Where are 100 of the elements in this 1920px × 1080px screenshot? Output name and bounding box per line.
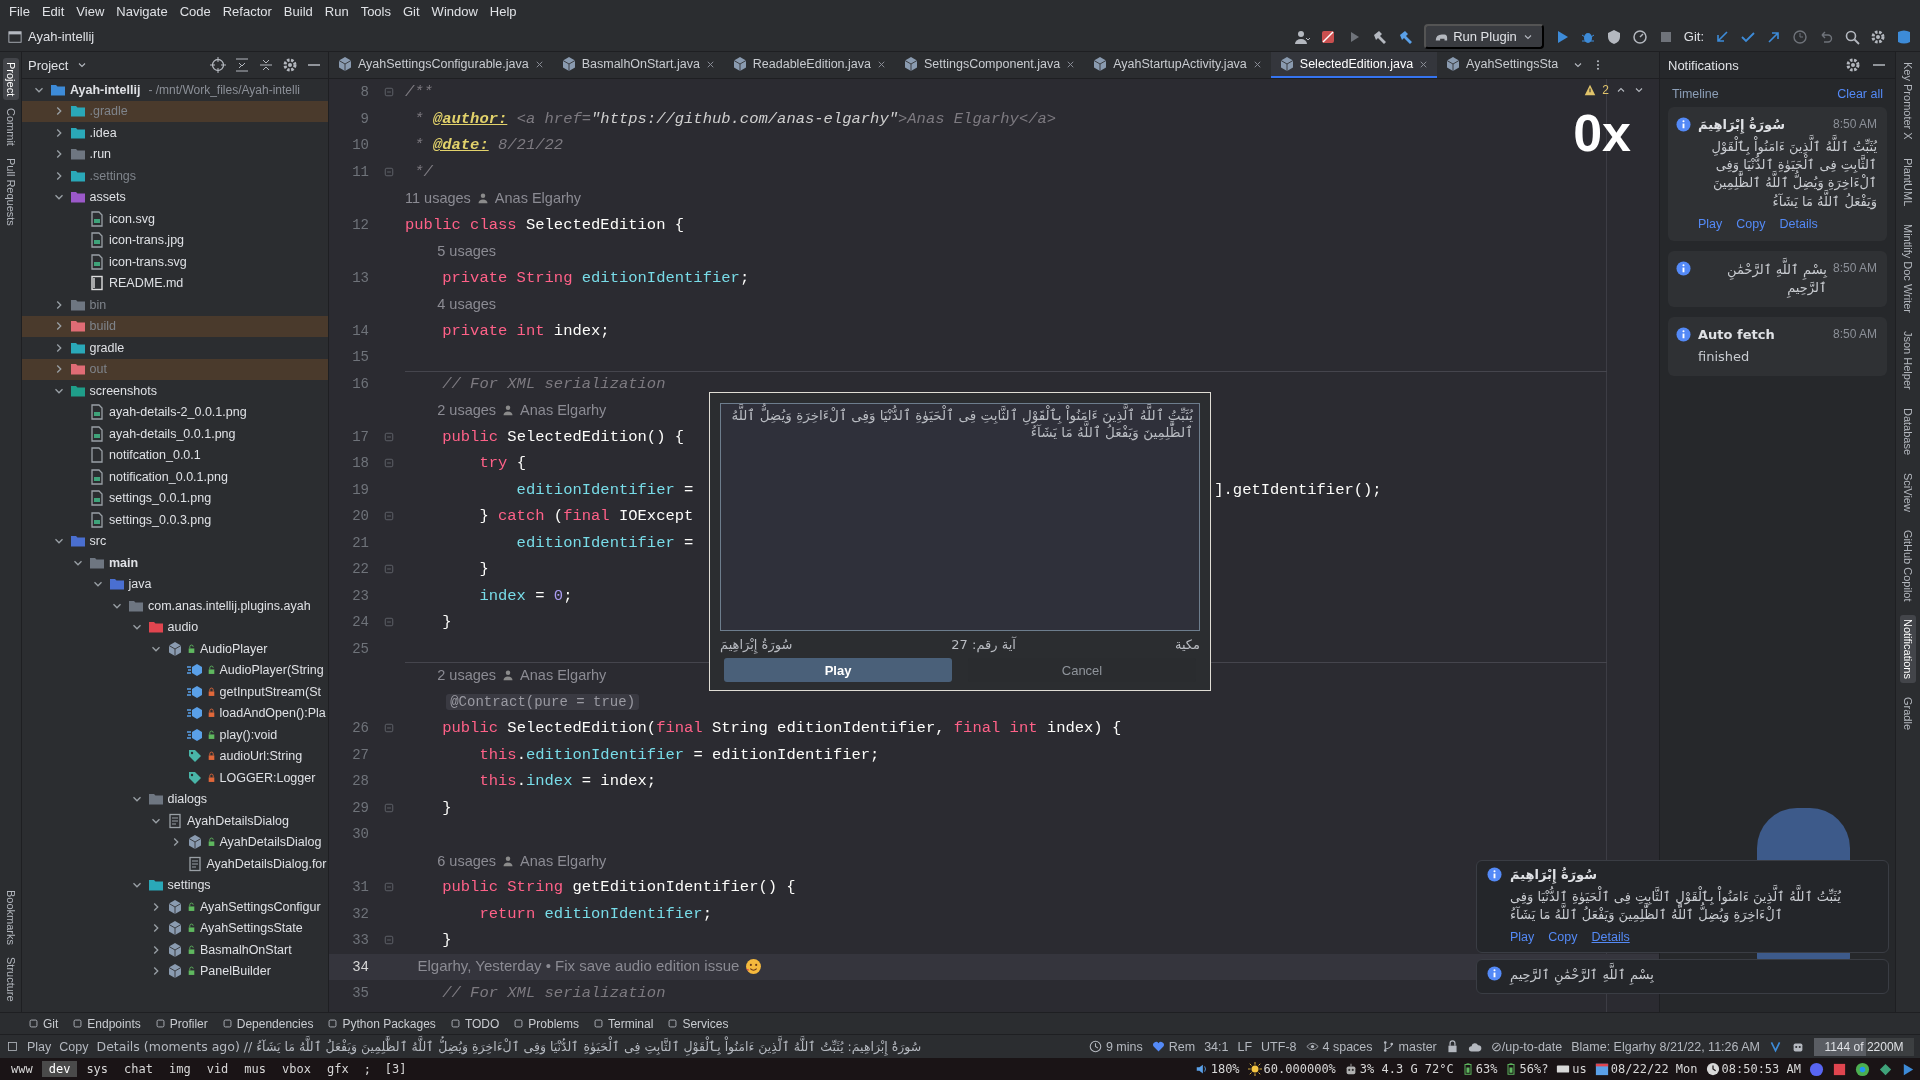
tree-item-label[interactable]: .run <box>89 147 112 162</box>
editor-tab[interactable]: SettingsComponent.java <box>894 52 1085 78</box>
tree-item-label[interactable]: BasmalhOnStart <box>200 942 292 957</box>
tree-item-label[interactable]: main <box>109 555 139 570</box>
settings-icon[interactable] <box>1845 57 1861 73</box>
tree-item-label[interactable]: AyahSettingsConfigur <box>200 899 321 914</box>
editor-tab[interactable]: AyahSettingsConfigurable.java <box>329 52 553 78</box>
editor-tab[interactable]: SelectedEdition.java <box>1270 52 1438 78</box>
tree-item-label[interactable]: README.md <box>109 276 184 291</box>
fold-marker-icon[interactable] <box>383 801 395 814</box>
author-hint[interactable]: Anas Elgarhy <box>520 667 607 684</box>
tool-window-button[interactable]: Services <box>667 1016 729 1031</box>
tree-item-label[interactable]: AyahDetailsDialog <box>187 813 289 828</box>
fold-marker-icon[interactable] <box>383 430 395 443</box>
collapse-all-icon[interactable] <box>258 57 274 73</box>
tree-item-label[interactable]: icon-trans.jpg <box>109 233 185 248</box>
shield-icon[interactable] <box>1605 28 1622 45</box>
tool-window-tab[interactable]: Json Helper <box>1900 326 1916 394</box>
editor-tab[interactable]: AyahSettingsSta <box>1437 52 1567 78</box>
workspace-button[interactable]: vid <box>199 1061 236 1077</box>
tray-app-icon[interactable] <box>1832 1061 1847 1077</box>
notification-action-link[interactable]: Play <box>1698 216 1723 231</box>
menu-item[interactable]: Tools <box>355 3 396 19</box>
tree-item-label[interactable]: AyahDetailsDialog.for <box>206 856 327 871</box>
tool-window-tab[interactable]: Gradle <box>1900 693 1916 735</box>
tool-window-tab[interactable]: GitHub Copilot <box>1900 525 1916 606</box>
menu-item[interactable]: Window <box>426 3 483 19</box>
status-item[interactable]: Rem <box>1168 1039 1196 1054</box>
tool-window-tab[interactable]: Mintlify Doc Writer <box>1900 219 1916 317</box>
memory-indicator[interactable]: 1144 of 2200M <box>1814 1037 1914 1056</box>
tool-window-tab[interactable]: SciView <box>1900 468 1916 516</box>
run-configuration-dropdown[interactable]: Run Plugin <box>1424 24 1544 49</box>
tool-window-tab[interactable]: Project <box>2 58 19 101</box>
notification-action-link[interactable]: Details <box>1591 930 1630 945</box>
menu-item[interactable]: View <box>71 3 110 19</box>
tree-item-label[interactable]: settings <box>167 878 211 893</box>
tool-window-tab[interactable]: Key Promoter X <box>1900 58 1916 144</box>
tool-window-tab[interactable]: Pull Requests <box>2 154 19 230</box>
usages-hint[interactable]: 6 usages <box>437 852 497 869</box>
tree-item-label[interactable]: AyahDetailsDialog <box>219 835 322 850</box>
fold-marker-icon[interactable] <box>383 934 395 947</box>
clear-all-link[interactable]: Clear all <box>1837 87 1883 101</box>
tree-item-label[interactable]: src <box>89 534 107 549</box>
tree-item-label[interactable]: audio <box>167 620 199 635</box>
fold-marker-icon[interactable] <box>383 165 395 178</box>
usages-hint[interactable]: 11 usages <box>405 190 471 207</box>
tree-item-label[interactable]: AyahSettingsState <box>200 921 303 936</box>
status-item[interactable]: Blame: Elgarhy 8/21/22, 11:26 AM <box>1571 1039 1760 1054</box>
search-icon[interactable] <box>1844 28 1860 45</box>
fold-marker-icon[interactable] <box>383 457 395 470</box>
tree-item-label[interactable]: .idea <box>89 125 117 140</box>
crosshair-icon[interactable] <box>210 57 226 73</box>
tree-item-label[interactable]: Ayah-intellij <box>70 82 141 97</box>
tool-window-button[interactable]: Problems <box>513 1016 579 1031</box>
tree-item-label[interactable]: audioUrl:String <box>219 749 303 764</box>
menu-item[interactable]: Code <box>174 3 216 19</box>
status-item[interactable]: master <box>1398 1039 1437 1054</box>
tree-item-label[interactable]: dialogs <box>167 792 208 807</box>
status-item[interactable]: 4 spaces <box>1322 1039 1373 1054</box>
tree-item-label[interactable]: bin <box>89 297 107 312</box>
menu-item[interactable]: Edit <box>36 3 70 19</box>
fold-marker-icon[interactable] <box>383 563 395 576</box>
tree-item-label[interactable]: ayah-details_0.0.1.png <box>109 426 236 441</box>
tool-window-tab[interactable]: Notifications <box>1900 615 1916 684</box>
tool-window-button[interactable]: Terminal <box>593 1016 654 1031</box>
menu-item[interactable]: Run <box>319 3 354 19</box>
panel-title[interactable]: Project <box>28 57 69 73</box>
settings-icon[interactable] <box>282 57 298 73</box>
tool-window-tab[interactable]: Database <box>1900 403 1916 459</box>
tree-item-label[interactable]: com.anas.intellij.plugins.ayah <box>148 598 311 613</box>
editor-tab[interactable]: ReadableEdition.java <box>723 52 895 78</box>
usages-hint[interactable]: 4 usages <box>437 296 497 313</box>
author-hint[interactable]: Anas Elgarhy <box>520 852 607 869</box>
tree-item-label[interactable]: assets <box>89 190 126 205</box>
workspace-button[interactable]: img <box>161 1061 198 1077</box>
tray-app-icon[interactable] <box>1878 1061 1893 1077</box>
tree-item-label[interactable]: getInputStream(St <box>219 684 321 699</box>
tree-item-label[interactable]: settings_0.0.3.png <box>109 512 212 527</box>
usages-hint[interactable]: 2 usages <box>437 402 497 419</box>
tree-item-label[interactable]: settings_0.0.1.png <box>109 491 212 506</box>
editor-tab[interactable]: BasmalhOnStart.java <box>552 52 724 78</box>
fold-marker-icon[interactable] <box>383 86 395 99</box>
tree-item-label[interactable]: java <box>128 577 152 592</box>
usages-hint[interactable]: 2 usages <box>437 667 497 684</box>
tree-item-label[interactable]: loadAndOpen():Pla <box>219 706 326 721</box>
status-item[interactable]: 9 mins <box>1105 1039 1143 1054</box>
menu-item[interactable]: Git <box>398 3 425 19</box>
tool-window-button[interactable]: Git <box>28 1016 59 1031</box>
warning-count[interactable]: 2 <box>1602 83 1609 97</box>
tree-item-label[interactable]: PanelBuilder <box>200 964 271 979</box>
status-item[interactable]: ⊘/up-to-date <box>1490 1039 1563 1054</box>
tool-window-button[interactable]: Endpoints <box>72 1016 141 1031</box>
tree-item-label[interactable]: .settings <box>89 168 137 183</box>
tree-item-label[interactable]: play():void <box>219 727 278 742</box>
tree-item-label[interactable]: icon.svg <box>109 211 155 226</box>
tree-item-label[interactable]: ayah-details-2_0.0.1.png <box>109 405 247 420</box>
tool-window-button[interactable]: Dependencies <box>221 1016 314 1031</box>
workspace-button[interactable]: dev <box>41 1061 78 1077</box>
usages-hint[interactable]: 5 usages <box>437 243 497 260</box>
tree-item-label[interactable]: gradle <box>89 340 125 355</box>
